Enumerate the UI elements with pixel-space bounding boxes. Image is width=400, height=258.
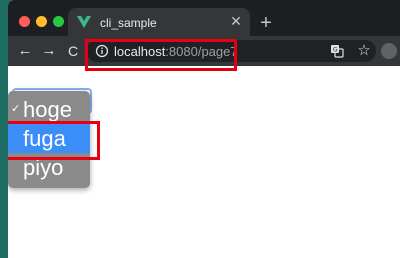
option-hoge[interactable]: ✓ hoge xyxy=(8,95,90,124)
tab-strip: cli_sample ✕ + xyxy=(8,0,400,36)
option-label: piyo xyxy=(23,155,64,180)
url-text[interactable]: localhost:8080/page7 xyxy=(114,44,238,59)
option-piyo[interactable]: piyo xyxy=(8,153,90,182)
option-fuga[interactable]: fuga xyxy=(8,124,90,153)
browser-window: cli_sample ✕ + ← → C localhost:8080/page… xyxy=(8,0,400,258)
window-close-button[interactable] xyxy=(19,16,30,27)
option-label: hoge xyxy=(23,97,72,122)
vue-logo-icon xyxy=(77,16,91,28)
checkmark-icon: ✓ xyxy=(11,103,21,115)
url-path: :8080/page7 xyxy=(165,44,238,59)
svg-text:G: G xyxy=(333,47,338,54)
forward-arrow-icon[interactable]: → xyxy=(40,42,58,60)
select-options-list: ✓ hoge fuga piyo xyxy=(8,91,90,188)
info-icon[interactable] xyxy=(95,44,109,58)
profile-avatar-icon[interactable] xyxy=(381,43,397,59)
address-bar[interactable]: localhost:8080/page7 G ☆ xyxy=(86,40,376,62)
window-maximize-button[interactable] xyxy=(53,16,64,27)
tab-cli-sample[interactable]: cli_sample ✕ xyxy=(68,8,250,36)
new-tab-button[interactable]: + xyxy=(257,13,275,33)
tab-close-icon[interactable]: ✕ xyxy=(228,13,244,29)
window-minimize-button[interactable] xyxy=(36,16,47,27)
bookmark-star-icon[interactable]: ☆ xyxy=(356,42,372,60)
page-content: ✓ hoge fuga piyo xyxy=(8,66,400,258)
back-arrow-icon[interactable]: ← xyxy=(16,42,34,60)
translate-icon[interactable]: G xyxy=(330,44,344,58)
browser-toolbar: ← → C localhost:8080/page7 G ☆ xyxy=(8,36,400,66)
tab-title: cli_sample xyxy=(100,16,157,30)
url-host: localhost xyxy=(114,44,166,59)
reload-icon[interactable]: C xyxy=(64,42,82,60)
option-label: fuga xyxy=(23,126,66,151)
